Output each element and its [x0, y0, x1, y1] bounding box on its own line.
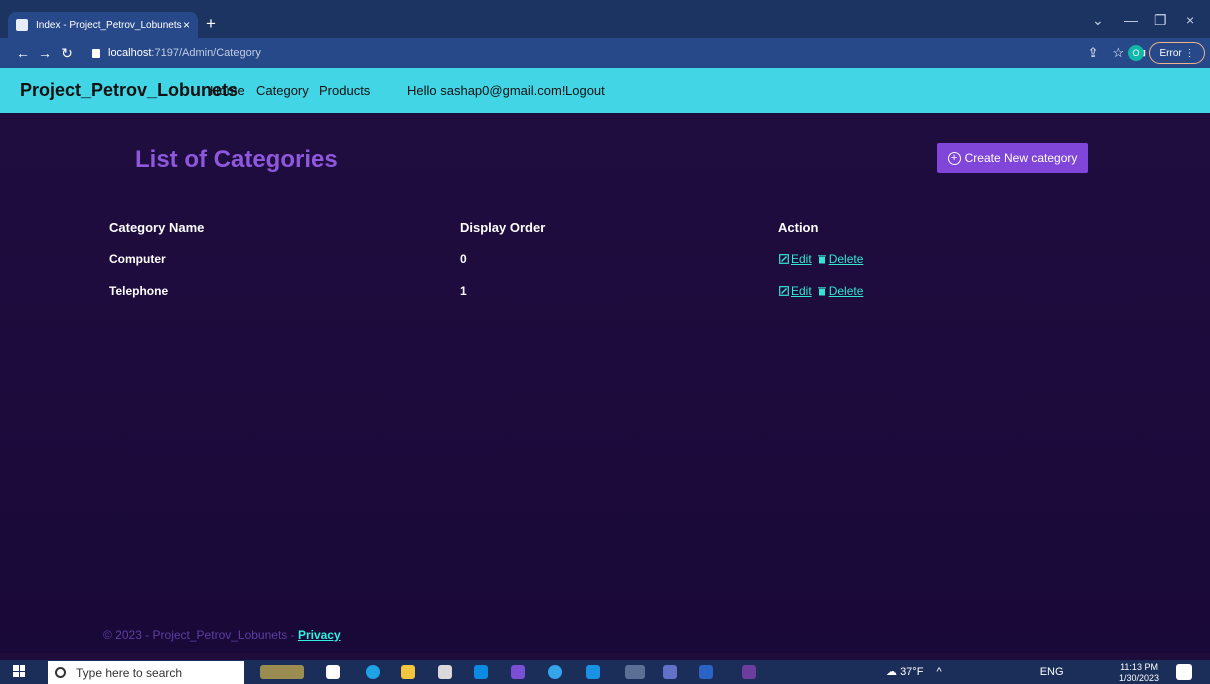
date: 1/30/2023 [1119, 673, 1160, 683]
window-close-icon[interactable]: × [1186, 12, 1194, 28]
main-content: List of Categories + Create New category… [0, 113, 1210, 653]
system-tray: ☁ 37°F ^ ENG [886, 665, 1064, 678]
new-tab-icon[interactable]: + [206, 14, 216, 34]
url-input[interactable]: localhost :7197/Admin/Category [92, 42, 1032, 64]
brand-link[interactable]: Project_Petrov_Lobunets [20, 80, 238, 101]
lock-icon [92, 48, 100, 58]
category-name: Computer [109, 252, 166, 266]
table-row: Computer 0 Edit Delete [0, 252, 1000, 282]
category-name: Telephone [109, 284, 169, 298]
column-header-category-name: Category Name [109, 220, 205, 235]
weather-temp: 37°F [900, 666, 924, 678]
reload-icon[interactable]: ↻ [56, 45, 78, 62]
clock[interactable]: 11:13 PM 1/30/2023 [1119, 662, 1159, 684]
trash-icon [817, 287, 826, 296]
browser-tab[interactable]: Index - Project_Petrov_Lobunets × [8, 12, 198, 38]
tray-chevron-icon[interactable]: ^ [936, 666, 941, 678]
windows-taskbar: Type here to search ☁ 37°F ^ ENG 11:13 P… [0, 660, 1210, 684]
table-row: Telephone 1 Edit Delete [0, 284, 1000, 314]
taskbar-search-placeholder: Type here to search [76, 665, 183, 680]
nav-category-link[interactable]: Category [256, 83, 309, 98]
nav-home-link[interactable]: Home [210, 83, 245, 98]
error-button[interactable]: Error ⋮ [1149, 42, 1205, 64]
edit-label: Edit [791, 252, 812, 266]
search-icon [55, 667, 66, 678]
create-button-label: Create New category [964, 151, 1078, 165]
display-order: 0 [460, 252, 467, 266]
teams-icon[interactable] [663, 665, 677, 679]
page-title: List of Categories [135, 146, 338, 173]
terminal-icon[interactable] [742, 665, 756, 679]
back-icon[interactable]: ← [12, 45, 34, 61]
url-host: localhost [108, 47, 152, 59]
share-icon[interactable]: ⇪ [1088, 45, 1099, 61]
visual-studio-icon[interactable] [511, 665, 525, 679]
edit-link[interactable]: Edit [779, 252, 812, 266]
close-tab-icon[interactable]: × [183, 18, 190, 32]
chrome-icon[interactable] [625, 665, 645, 679]
delete-label: Delete [828, 284, 864, 298]
maximize-icon[interactable]: ❐ [1154, 12, 1167, 29]
user-greeting-link[interactable]: Hello sashap0@gmail.com! [407, 83, 565, 98]
edit-label: Edit [791, 284, 812, 298]
plus-circle-icon: + [947, 151, 961, 165]
vscode-icon[interactable] [586, 665, 600, 679]
column-header-action: Action [778, 220, 819, 235]
edge-icon[interactable] [366, 665, 380, 679]
address-bar: ← → ↻ localhost :7197/Admin/Category ⇪ ☆… [0, 38, 1210, 68]
mail-icon[interactable] [474, 665, 488, 679]
create-category-button[interactable]: + Create New category [937, 143, 1088, 173]
edit-link[interactable]: Edit [779, 284, 812, 298]
windows-start-icon[interactable] [13, 665, 25, 677]
weather-icon[interactable]: ☁ [886, 666, 897, 678]
notification-icon[interactable] [1176, 664, 1192, 680]
url-path: :7197/Admin/Category [151, 47, 261, 59]
favicon-icon [16, 19, 28, 31]
telegram-icon[interactable] [548, 665, 562, 679]
edit-icon [779, 254, 789, 264]
task-view-icon[interactable] [326, 665, 340, 679]
store-icon[interactable] [438, 665, 452, 679]
minimize-icon[interactable]: — [1124, 12, 1138, 28]
edit-icon [779, 286, 789, 296]
taskbar-search-input[interactable]: Type here to search [48, 661, 244, 684]
footer-copyright: © 2023 - Project_Petrov_Lobunets - [103, 628, 298, 642]
tab-title: Index - Project_Petrov_Lobunets [36, 19, 182, 31]
logout-button[interactable]: Logout [565, 83, 605, 98]
star-icon[interactable]: ☆ [1112, 45, 1124, 61]
word-icon[interactable] [699, 665, 713, 679]
time: 11:13 PM [1120, 662, 1158, 672]
language-indicator[interactable]: ENG [1040, 666, 1064, 678]
delete-link[interactable]: Delete [817, 284, 864, 298]
delete-link[interactable]: Delete [817, 252, 864, 266]
footer: © 2023 - Project_Petrov_Lobunets - Priva… [103, 628, 341, 642]
tab-search-icon[interactable]: ⌄ [1092, 12, 1104, 29]
display-order: 1 [460, 284, 467, 298]
trash-icon [817, 255, 826, 264]
privacy-link[interactable]: Privacy [298, 628, 341, 642]
profile-avatar[interactable]: O [1128, 45, 1144, 61]
error-label: Error [1159, 47, 1182, 59]
nav-products-link[interactable]: Products [319, 83, 370, 98]
forward-icon[interactable]: → [34, 45, 56, 61]
delete-label: Delete [828, 252, 864, 266]
site-navbar: Project_Petrov_Lobunets Home Category Pr… [0, 68, 1210, 113]
browser-tab-strip: Index - Project_Petrov_Lobunets × + ⌄ — … [0, 0, 1210, 38]
widgets-icon[interactable] [260, 665, 304, 679]
column-header-display-order: Display Order [460, 220, 546, 235]
file-explorer-icon[interactable] [401, 665, 415, 679]
